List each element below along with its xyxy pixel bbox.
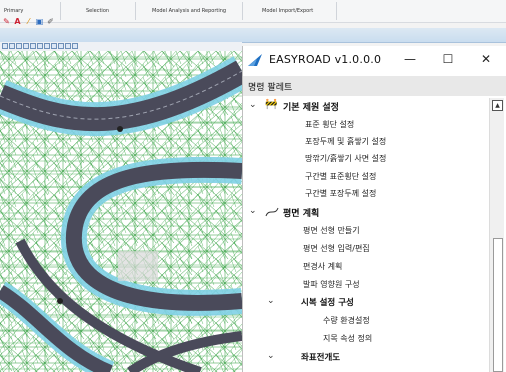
chevron-down-icon[interactable]: ⌄: [249, 100, 257, 110]
view-tool-icon[interactable]: [9, 43, 15, 49]
ribbon-separator: [135, 2, 136, 20]
tree-item-cut-fill-slope[interactable]: 땅깎기/흙쌓기 사면 설정: [243, 150, 489, 166]
tree-item-quantity-settings[interactable]: 수량 환경설정: [243, 312, 489, 328]
app-logo-icon: [248, 54, 262, 66]
view-tool-icon[interactable]: [23, 43, 29, 49]
road-worker-icon: 🚧: [265, 99, 278, 110]
view-tool-icon[interactable]: [51, 43, 57, 49]
tree-item-label: 수량 환경설정: [323, 316, 370, 325]
view-tool-icon[interactable]: [44, 43, 50, 49]
ribbon-separator: [242, 2, 243, 20]
maximize-button[interactable]: ☐: [437, 50, 459, 68]
tree-subcategory-cover-settings[interactable]: ⌄ 시복 설정 구성: [243, 294, 489, 310]
brush-icon[interactable]: ⁄: [24, 17, 33, 26]
ribbon-group-selection: Selection: [86, 8, 110, 14]
tree-item-section-cross-section[interactable]: 구간별 표준횡단 설정: [243, 168, 489, 184]
vertical-scrollbar[interactable]: ▲: [489, 98, 504, 372]
select-box-icon[interactable]: ▣: [35, 17, 44, 26]
tree-category-basic-settings[interactable]: ⌄ 🚧 기본 제원 설정: [243, 98, 489, 114]
view-tool-icon[interactable]: [65, 43, 71, 49]
tree-category-label: 평면 계획: [283, 209, 320, 219]
chevron-down-icon[interactable]: ⌄: [267, 296, 275, 306]
ribbon-separator: [336, 2, 337, 20]
tree-category-label: 시복 설정 구성: [301, 298, 354, 308]
view-toolbar: [0, 42, 242, 51]
tree-category-label: 좌표전개도: [301, 353, 341, 363]
terrain-mesh-view: [0, 51, 242, 372]
view-tool-icon[interactable]: [16, 43, 22, 49]
close-button[interactable]: ✕: [475, 50, 497, 68]
chevron-down-icon[interactable]: ⌄: [249, 206, 257, 216]
tree-item-label: 구간별 표준횡단 설정: [305, 172, 377, 181]
tree-item-label: 발파 영향원 구성: [303, 280, 360, 289]
tree-item-standard-cross-section[interactable]: 표준 횡단 설정: [243, 116, 489, 132]
ribbon-separator: [60, 2, 61, 20]
tree-category-plan[interactable]: ⌄ 평면 계획: [243, 204, 489, 220]
tree-item-label: 땅깎기/흙쌓기 사면 설정: [305, 154, 387, 163]
pen-icon[interactable]: ✐: [46, 17, 55, 26]
ribbon: Primary Selection Model Analysis and Rep…: [0, 0, 506, 23]
pencil-road-icon[interactable]: ✎: [2, 17, 11, 26]
tree-item-label: 구간별 포장두께 설정: [305, 189, 377, 198]
tree-item-edit-alignment[interactable]: 평면 선형 입력/편집: [243, 240, 489, 256]
command-palette-window: EASYROAD v1.0.0.0 — ☐ ✕ 명령 팔레트 ⌄ 🚧 기본 제원…: [242, 46, 506, 372]
minimize-button[interactable]: —: [399, 50, 421, 68]
view-tool-icon[interactable]: [30, 43, 36, 49]
tree-item-create-alignment[interactable]: 평면 선형 만들기: [243, 222, 489, 238]
window-title: EASYROAD v1.0.0.0: [269, 53, 382, 66]
tree-item-label: 포장두께 및 흙쌓기 설정: [305, 137, 387, 146]
tree-item-land-attribute[interactable]: 지목 속성 정의: [243, 330, 489, 346]
quick-toolbar: ✎ A ⁄ ▣ ✐: [0, 14, 55, 28]
tree-item-label: 평면 선형 만들기: [303, 226, 360, 235]
palette-header-label: 명령 팔레트: [248, 83, 293, 93]
chevron-down-icon[interactable]: ⌄: [267, 351, 275, 361]
palette-header: 명령 팔레트: [243, 76, 506, 96]
tree-category-label: 기본 제원 설정: [283, 103, 339, 113]
command-tree: ⌄ 🚧 기본 제원 설정 표준 횡단 설정 포장두께 및 흙쌓기 설정 땅깎기/…: [243, 98, 489, 372]
tree-item-blast-influence[interactable]: 발파 영향원 구성: [243, 276, 489, 292]
ribbon-band: [0, 28, 506, 43]
window-titlebar: EASYROAD v1.0.0.0 — ☐ ✕: [243, 46, 506, 74]
scroll-up-icon[interactable]: ▲: [492, 100, 503, 111]
view-tool-icon[interactable]: [2, 43, 8, 49]
tree-item-section-pavement[interactable]: 구간별 포장두께 설정: [243, 185, 489, 201]
view-tool-icon[interactable]: [72, 43, 78, 49]
tree-item-pavement-thickness[interactable]: 포장두께 및 흙쌓기 설정: [243, 133, 489, 149]
ribbon-group-model-analysis: Model Analysis and Reporting: [152, 8, 227, 14]
tree-item-label: 평면 선형 입력/편집: [303, 244, 370, 253]
plan-curve-icon: [265, 207, 279, 217]
scrollbar-thumb[interactable]: [493, 238, 503, 372]
tree-item-label: 지목 속성 정의: [323, 334, 373, 343]
terrain-viewport[interactable]: [0, 51, 242, 372]
text-tool-icon[interactable]: A: [13, 17, 22, 26]
view-tool-icon[interactable]: [58, 43, 64, 49]
tree-subcategory-coordinates[interactable]: ⌄ 좌표전개도: [243, 349, 489, 365]
ribbon-group-model-import-export: Model Import/Export: [262, 8, 314, 14]
tree-item-label: 편경사 계획: [303, 262, 343, 271]
view-tool-icon[interactable]: [37, 43, 43, 49]
tree-item-label: 표준 횡단 설정: [305, 120, 355, 129]
tree-item-superelevation[interactable]: 편경사 계획: [243, 258, 489, 274]
